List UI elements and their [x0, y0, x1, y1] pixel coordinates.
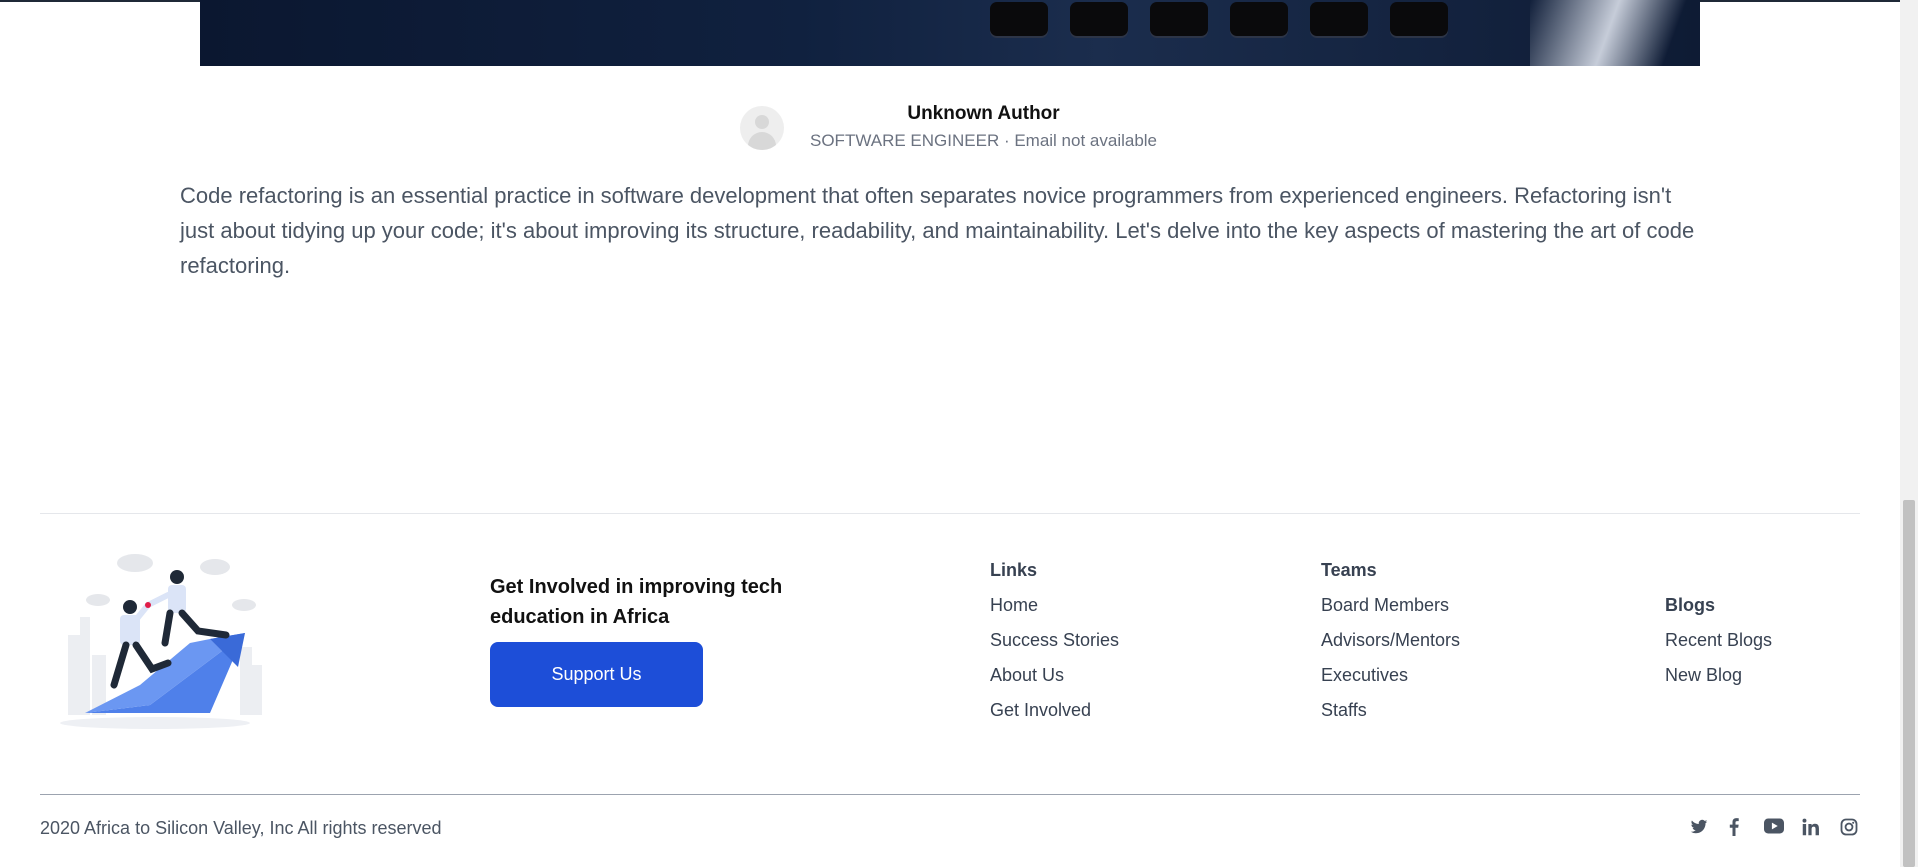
blogs-heading: Blogs: [1665, 595, 1716, 615]
avatar: [740, 105, 784, 150]
keyboard-key: [1230, 2, 1288, 36]
hero-glint: [1530, 0, 1700, 66]
linkedin-icon[interactable]: [1802, 818, 1820, 836]
author-block: Unknown Author SOFTWARE ENGINEER · Email…: [740, 102, 1157, 153]
copyright-divider: [40, 794, 1860, 795]
footer-link-success-stories[interactable]: Success Stories: [990, 629, 1119, 651]
support-us-button[interactable]: Support Us: [490, 642, 703, 707]
climbing-illustration: [60, 554, 262, 729]
keyboard-key: [1150, 2, 1208, 36]
footer-links-column: Links Home Success Stories About Us Get …: [990, 559, 1119, 734]
footer-teams-column: Teams Board Members Advisors/Mentors Exe…: [1321, 559, 1460, 734]
links-heading: Links: [990, 560, 1038, 580]
facebook-icon[interactable]: [1727, 818, 1741, 836]
footer-divider: [40, 513, 1860, 514]
footer-link-home[interactable]: Home: [990, 594, 1119, 616]
footer-link-new-blog[interactable]: New Blog: [1665, 664, 1772, 686]
hero-image: [200, 0, 1700, 66]
footer-cta: Get Involved in improving tech education…: [490, 572, 820, 632]
footer-link-advisors-mentors[interactable]: Advisors/Mentors: [1321, 629, 1460, 651]
twitter-icon[interactable]: [1689, 818, 1709, 836]
blog-page: Unknown Author SOFTWARE ENGINEER · Email…: [0, 0, 1918, 867]
copyright-text: 2020 Africa to Silicon Valley, Inc All r…: [40, 818, 442, 838]
author-info: Unknown Author SOFTWARE ENGINEER · Email…: [810, 102, 1157, 153]
keyboard-key: [1070, 2, 1128, 36]
footer-link-staffs[interactable]: Staffs: [1321, 699, 1460, 721]
teams-heading: Teams: [1321, 560, 1377, 580]
author-meta: SOFTWARE ENGINEER · Email not available: [810, 131, 1158, 150]
scrollbar-thumb[interactable]: [1903, 500, 1915, 867]
footer-link-recent-blogs[interactable]: Recent Blogs: [1665, 629, 1772, 651]
youtube-icon[interactable]: [1764, 818, 1784, 834]
footer-link-get-involved[interactable]: Get Involved: [990, 699, 1119, 721]
cta-title: Get Involved in improving tech education…: [490, 576, 783, 628]
footer-link-about-us[interactable]: About Us: [990, 664, 1119, 686]
keyboard-key: [1390, 2, 1448, 36]
instagram-icon[interactable]: [1840, 818, 1858, 836]
keyboard-key: [1310, 2, 1368, 36]
footer-blogs-column: Blogs Recent Blogs New Blog: [1665, 594, 1772, 699]
footer-link-board-members[interactable]: Board Members: [1321, 594, 1460, 616]
article-body: Code refactoring is an essential practic…: [180, 183, 1695, 278]
keyboard-key: [990, 2, 1048, 36]
avatar-head: [755, 114, 769, 129]
avatar-body: [748, 131, 776, 150]
author-name: Unknown Author: [907, 103, 1060, 124]
footer-link-executives[interactable]: Executives: [1321, 664, 1460, 686]
